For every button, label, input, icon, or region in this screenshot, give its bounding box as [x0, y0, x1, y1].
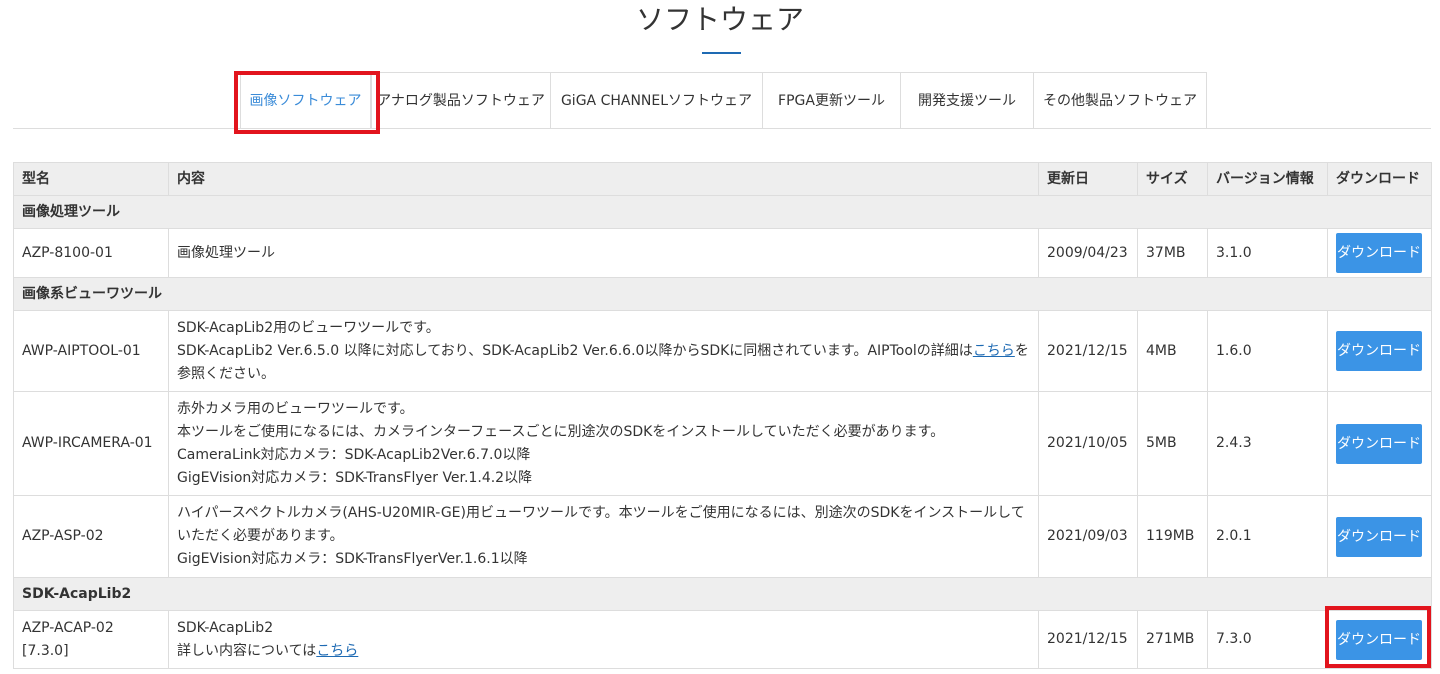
cell-content: ハイパースペクトルカメラ(AHS-U20MIR-GE)用ビューワツールです。本ツ… — [168, 495, 1039, 578]
desc-line: 本ツールをご使用になるには、カメラインターフェースごとに別途次のSDKをインスト… — [177, 423, 945, 440]
details-link[interactable]: こちら — [316, 643, 358, 659]
header-version: バージョン情報 — [1207, 162, 1328, 196]
group-title: 画像処理ツール — [13, 195, 1432, 229]
cell-download: ダウンロード — [1327, 228, 1432, 278]
cell-date: 2021/10/05 — [1038, 391, 1138, 496]
cell-version: 2.0.1 — [1207, 495, 1328, 578]
cell-content: SDK-AcapLib2 詳しい内容についてはこちら — [168, 610, 1039, 669]
cell-model: AWP-AIPTOOL-01 — [13, 310, 169, 392]
cell-model: AZP-ACAP-02 [7.3.0] — [13, 610, 169, 669]
cell-version: 7.3.0 — [1207, 610, 1328, 669]
desc-line: 赤外カメラ用のビューワツールです。 — [177, 400, 414, 417]
table-row: AZP-ACAP-02 [7.3.0] SDK-AcapLib2 詳しい内容につ… — [13, 610, 1432, 669]
cell-size: 5MB — [1137, 391, 1208, 496]
header-download: ダウンロード — [1327, 162, 1432, 196]
cell-version: 1.6.0 — [1207, 310, 1328, 392]
cell-model: AZP-ASP-02 — [13, 495, 169, 578]
tab-dev-support-tool[interactable]: 開発支援ツール — [900, 72, 1034, 128]
cell-version: 2.4.3 — [1207, 391, 1328, 496]
cell-size: 271MB — [1137, 610, 1208, 669]
desc-line: ハイパースペクトルカメラ(AHS-U20MIR-GE)用ビューワツールです。本ツ… — [177, 505, 1025, 544]
tabs-divider — [13, 128, 1431, 129]
tab-other-software[interactable]: その他製品ソフトウェア — [1033, 72, 1207, 128]
tab-analog-software[interactable]: アナログ製品ソフトウェア — [371, 72, 551, 128]
desc-line: 詳しい内容についてはこちら — [177, 640, 1030, 663]
group-title: 画像系ビューワツール — [13, 277, 1432, 311]
cell-content: SDK-AcapLib2用のビューワツールです。 SDK-AcapLib2 Ve… — [168, 310, 1039, 392]
cell-date: 2009/04/23 — [1038, 228, 1138, 278]
cell-model: AZP-8100-01 — [13, 228, 169, 278]
cell-size: 119MB — [1137, 495, 1208, 578]
desc-line: GigEVision対応カメラ：SDK-TransFlyer Ver.1.4.2… — [177, 469, 533, 486]
page-title: ソフトウェア — [635, 3, 804, 36]
software-table: 型名 内容 更新日 サイズ バージョン情報 ダウンロード 画像処理ツール AZP… — [13, 162, 1432, 669]
details-link[interactable]: こちら — [973, 343, 1015, 359]
desc-text: 詳しい内容については — [177, 642, 317, 659]
tab-image-software[interactable]: 画像ソフトウェア — [240, 72, 371, 128]
desc-line: SDK-AcapLib2 Ver.6.5.0 以降に対応しており、SDK-Aca… — [177, 340, 1030, 386]
header-model: 型名 — [13, 162, 169, 196]
desc-line: GigEVision対応カメラ：SDK-TransFlyerVer.1.6.1以… — [177, 551, 528, 567]
desc-text: SDK-AcapLib2 Ver.6.5.0 以降に対応しており、SDK-Aca… — [177, 342, 973, 359]
cell-date: 2021/09/03 — [1038, 495, 1138, 578]
cell-version: 3.1.0 — [1207, 228, 1328, 278]
header-content: 内容 — [168, 162, 1039, 196]
download-button[interactable]: ダウンロード — [1336, 619, 1422, 660]
header-size: サイズ — [1137, 162, 1208, 196]
desc-line: SDK-AcapLib2 — [177, 619, 274, 636]
download-button[interactable]: ダウンロード — [1336, 331, 1422, 371]
download-button[interactable]: ダウンロード — [1336, 516, 1422, 557]
table-header-row: 型名 内容 更新日 サイズ バージョン情報 ダウンロード — [13, 162, 1432, 196]
cell-download: ダウンロード — [1327, 610, 1432, 669]
cell-model: AWP-IRCAMERA-01 — [13, 391, 169, 496]
desc-line: 画像処理ツール — [177, 244, 275, 261]
table-row: AZP-ASP-02 ハイパースペクトルカメラ(AHS-U20MIR-GE)用ビ… — [13, 495, 1432, 578]
cell-download: ダウンロード — [1327, 495, 1432, 578]
table-row: AWP-IRCAMERA-01 赤外カメラ用のビューワツールです。 本ツールをご… — [13, 391, 1432, 496]
cell-download: ダウンロード — [1327, 310, 1432, 392]
cell-download: ダウンロード — [1327, 391, 1432, 496]
cell-content: 画像処理ツール — [168, 228, 1039, 278]
download-button[interactable]: ダウンロード — [1336, 423, 1422, 464]
cell-size: 37MB — [1137, 228, 1208, 278]
cell-size: 4MB — [1137, 310, 1208, 392]
tab-giga-channel-software[interactable]: GiGA CHANNELソフトウェア — [550, 72, 763, 128]
table-row: AZP-8100-01 画像処理ツール 2009/04/23 37MB 3.1.… — [13, 228, 1432, 278]
group-row: 画像処理ツール — [13, 195, 1432, 229]
title-underline — [702, 52, 741, 54]
group-row: SDK-AcapLib2 — [13, 577, 1432, 611]
group-row: 画像系ビューワツール — [13, 277, 1432, 311]
cell-content: 赤外カメラ用のビューワツールです。 本ツールをご使用になるには、カメラインターフ… — [168, 391, 1039, 496]
table-row: AWP-AIPTOOL-01 SDK-AcapLib2用のビューワツールです。 … — [13, 310, 1432, 392]
cell-date: 2021/12/15 — [1038, 610, 1138, 669]
download-button[interactable]: ダウンロード — [1336, 233, 1422, 273]
tab-fpga-update-tool[interactable]: FPGA更新ツール — [762, 72, 901, 128]
group-title: SDK-AcapLib2 — [13, 577, 1432, 611]
desc-line: CameraLink対応カメラ：SDK-AcapLib2Ver.6.7.0以降 — [177, 446, 531, 463]
desc-line: SDK-AcapLib2用のビューワツールです。 — [177, 319, 440, 336]
cell-date: 2021/12/15 — [1038, 310, 1138, 392]
header-date: 更新日 — [1038, 162, 1138, 196]
